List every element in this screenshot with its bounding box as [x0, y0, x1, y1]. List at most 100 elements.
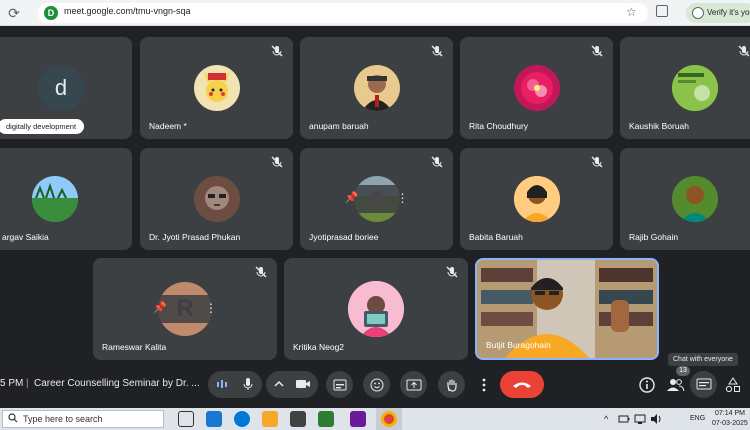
- avatar: [32, 176, 78, 222]
- participant-tile[interactable]: anupam baruah: [300, 37, 453, 139]
- microphone-icon[interactable]: [241, 377, 255, 391]
- taskbar: Type here to search ^ ENG 07:14 PM 07-03…: [0, 408, 750, 430]
- tile-hover-controls: 📌 ⋮: [336, 185, 417, 213]
- participant-tile[interactable]: argav Saikia: [0, 148, 132, 250]
- app-icon[interactable]: [318, 411, 334, 427]
- mic-off-icon: [431, 45, 443, 57]
- camera-icon[interactable]: [295, 377, 311, 391]
- participant-name: Butjit Buragohain: [486, 340, 551, 350]
- browser-toolbar: ⟳ D meet.google.com/tmu-vngn-sqa ☆ Verif…: [0, 0, 750, 26]
- activities-icon[interactable]: [722, 374, 744, 396]
- chat-tooltip: Chat with everyone: [668, 353, 738, 366]
- more-options-button[interactable]: [474, 371, 494, 398]
- participant-name: Kritika Neog2: [293, 342, 345, 352]
- pin-icon[interactable]: 📌: [345, 191, 359, 204]
- participant-name: Nadeem *: [149, 121, 187, 131]
- participant-name: Rameswar Kalita: [102, 342, 167, 352]
- avatar: [353, 65, 400, 111]
- language-indicator[interactable]: ENG: [690, 415, 705, 422]
- participant-tile[interactable]: Rita Choudhury: [460, 37, 613, 139]
- avatar: [193, 176, 240, 222]
- meeting-title: Career Counselling Seminar by Dr. ...: [34, 378, 200, 389]
- site-info-icon[interactable]: D: [44, 6, 58, 20]
- participant-tile[interactable]: Rajib Gohain: [620, 148, 750, 250]
- extensions-icon[interactable]: [656, 5, 668, 17]
- audio-levels-icon[interactable]: [215, 377, 229, 391]
- participant-tile[interactable]: Nadeem *: [140, 37, 293, 139]
- pin-icon[interactable]: 📌: [153, 301, 167, 314]
- screen: ⟳ D meet.google.com/tmu-vngn-sqa ☆ Verif…: [0, 0, 750, 430]
- participant-tile-active-speaker[interactable]: Butjit Buragohain: [475, 258, 659, 360]
- more-options-icon[interactable]: ⋮: [397, 191, 409, 205]
- participant-tile[interactable]: Dr. Jyoti Prasad Phukan: [140, 148, 293, 250]
- participant-tile[interactable]: Kaushik Boruah: [620, 37, 750, 139]
- participant-name: Dr. Jyoti Prasad Phukan: [149, 232, 241, 242]
- mic-off-icon: [255, 266, 267, 278]
- profile-label: Verify it's you: [707, 8, 750, 17]
- video-controls: [266, 371, 318, 398]
- avatar: [513, 176, 560, 222]
- task-view-icon[interactable]: [178, 411, 194, 427]
- reload-icon[interactable]: ⟳: [4, 3, 24, 23]
- tile-hover-controls: 📌 ⋮: [145, 295, 225, 323]
- mic-off-icon: [271, 156, 283, 168]
- participant-name: Rita Choudhury: [469, 121, 529, 131]
- participant-tile[interactable]: Kritika Neog2: [284, 258, 468, 360]
- address-bar[interactable]: D meet.google.com/tmu-vngn-sqa ☆: [38, 3, 648, 23]
- reactions-button[interactable]: [363, 371, 390, 398]
- mic-off-icon: [446, 266, 458, 278]
- mic-off-icon: [591, 45, 603, 57]
- mic-off-icon: [271, 45, 283, 57]
- clock-date[interactable]: 07-03-2025: [712, 420, 748, 427]
- bookmark-star-icon[interactable]: ☆: [626, 5, 637, 19]
- avatar: d: [38, 65, 84, 111]
- raise-hand-button[interactable]: [438, 371, 465, 398]
- chat-button[interactable]: [690, 371, 717, 398]
- phone-hangup-icon: [513, 382, 531, 388]
- more-options-icon[interactable]: ⋮: [205, 301, 217, 315]
- mic-off-icon: [738, 45, 750, 57]
- volume-icon[interactable]: [650, 413, 662, 425]
- chrome-icon[interactable]: [381, 411, 397, 427]
- audio-controls: [208, 371, 262, 398]
- profile-icon: [692, 7, 704, 19]
- participant-tile[interactable]: d digitally development: [0, 37, 132, 139]
- network-icon[interactable]: [634, 413, 646, 425]
- edge-icon[interactable]: [234, 411, 250, 427]
- copilot-icon[interactable]: [206, 411, 222, 427]
- tray-chevron-icon[interactable]: ^: [604, 414, 608, 424]
- taskbar-search[interactable]: Type here to search: [2, 410, 164, 428]
- captions-icon: [333, 379, 346, 390]
- participant-tile[interactable]: 📌 ⋮ Jyotiprasad boriee: [300, 148, 453, 250]
- mic-off-icon: [591, 156, 603, 168]
- avatar: [513, 65, 560, 111]
- search-placeholder: Type here to search: [23, 414, 103, 424]
- leave-call-button[interactable]: [500, 371, 544, 398]
- store-icon[interactable]: [290, 411, 306, 427]
- participant-name: Jyotiprasad boriee: [309, 232, 379, 242]
- chat-icon: [696, 378, 712, 390]
- participant-name: argav Saikia: [2, 232, 49, 242]
- separator: |: [26, 378, 29, 389]
- participant-tile[interactable]: Babita Baruah: [460, 148, 613, 250]
- chevron-up-icon[interactable]: [273, 378, 285, 390]
- people-icon[interactable]: [664, 374, 686, 396]
- app-icon[interactable]: [350, 411, 366, 427]
- profile-button[interactable]: Verify it's you: [686, 3, 750, 23]
- battery-icon[interactable]: [618, 413, 630, 425]
- clock-time[interactable]: 07:14 PM: [715, 410, 745, 417]
- file-explorer-icon[interactable]: [262, 411, 278, 427]
- participant-tile[interactable]: R 📌 ⋮ Rameswar Kalita: [93, 258, 277, 360]
- participant-name: anupam baruah: [309, 121, 369, 131]
- url-text: meet.google.com/tmu-vngn-sqa: [64, 6, 191, 16]
- captions-button[interactable]: [326, 371, 353, 398]
- avatar: [348, 281, 404, 337]
- participant-name: Rajib Gohain: [629, 232, 679, 242]
- avatar: [193, 65, 240, 111]
- present-screen-button[interactable]: [400, 371, 427, 398]
- meeting-time: 5 PM: [0, 378, 24, 389]
- participant-name-pill: digitally development: [0, 119, 85, 134]
- info-icon[interactable]: [636, 374, 658, 396]
- emoji-icon: [370, 378, 383, 391]
- search-icon: [8, 413, 18, 423]
